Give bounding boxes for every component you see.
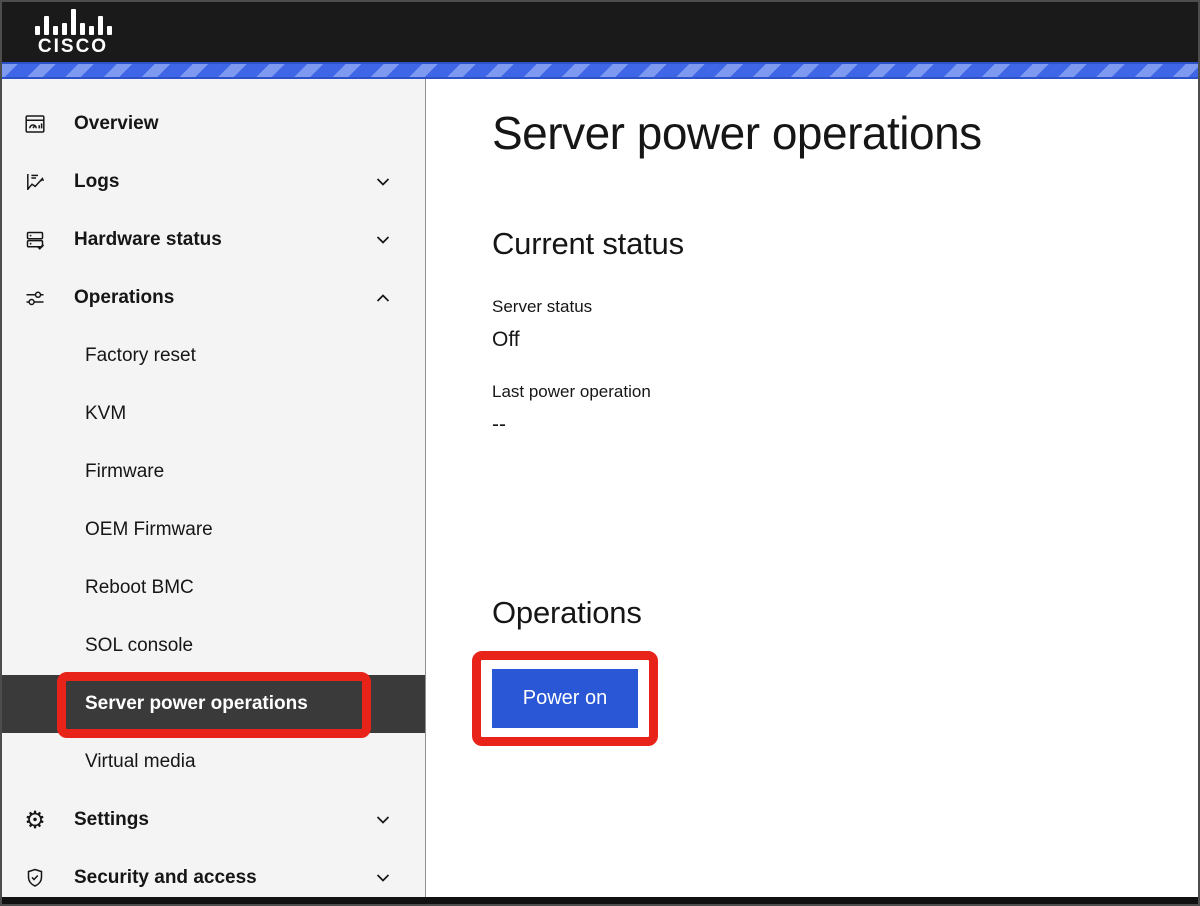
chevron-down-icon[interactable] xyxy=(373,230,393,250)
red-highlight-annotation: Power on xyxy=(472,650,658,746)
chevron-up-icon[interactable] xyxy=(373,288,393,308)
progress-stripe-bar xyxy=(2,62,1198,79)
sidebar-item-label: Virtual media xyxy=(85,751,196,772)
sidebar-item-label: Hardware status xyxy=(74,229,222,250)
overview-icon xyxy=(22,111,48,137)
sidebar-item-logs[interactable]: Logs xyxy=(2,153,425,211)
sidebar-item-label: Reboot BMC xyxy=(85,577,194,598)
last-power-operation-field: Last power operation -- xyxy=(492,381,1158,438)
sidebar-item-operations[interactable]: Operations xyxy=(2,269,425,327)
page-title: Server power operations xyxy=(492,107,982,159)
cisco-logo: CISCO xyxy=(30,8,116,56)
chevron-down-icon[interactable] xyxy=(373,868,393,888)
sidebar-item-label: Logs xyxy=(74,171,120,192)
chevron-down-icon[interactable] xyxy=(373,172,393,192)
bottom-border-strip xyxy=(2,897,1198,904)
server-status-field: Server status Off xyxy=(492,296,1158,353)
sidebar-item-hardware-status[interactable]: Hardware status xyxy=(2,211,425,269)
hardware-status-icon xyxy=(22,227,48,253)
cisco-logo-bars-icon xyxy=(34,8,112,35)
security-shield-icon xyxy=(22,865,48,891)
sidebar-item-label: Firmware xyxy=(85,461,165,482)
app-window: CISCO Overview Logs Hardware status Oper… xyxy=(0,0,1200,906)
sidebar-item-label: Security and access xyxy=(74,867,257,888)
chevron-down-icon[interactable] xyxy=(373,810,393,830)
logs-icon xyxy=(22,169,48,195)
sidebar-item-label: Overview xyxy=(74,113,159,134)
sidebar-item-reboot-bmc[interactable]: Reboot BMC xyxy=(2,559,425,617)
sidebar-item-label: SOL console xyxy=(85,635,194,656)
sidebar-item-overview[interactable]: Overview xyxy=(2,95,425,153)
sidebar-item-firmware[interactable]: Firmware xyxy=(2,443,425,501)
cisco-logo-text: CISCO xyxy=(37,36,109,57)
sidebar-item-label: OEM Firmware xyxy=(85,519,213,540)
sidebar-item-kvm[interactable]: KVM xyxy=(2,385,425,443)
power-on-button[interactable]: Power on xyxy=(492,668,638,728)
sidebar-item-security-and-access[interactable]: Security and access xyxy=(2,849,425,897)
operations-heading: Operations xyxy=(492,594,642,630)
sidebar-nav: Overview Logs Hardware status Operations… xyxy=(2,79,426,897)
sidebar-item-factory-reset[interactable]: Factory reset xyxy=(2,327,425,385)
sidebar-item-label: Operations xyxy=(74,287,175,308)
sidebar-item-label: Settings xyxy=(74,809,149,830)
settings-icon: ⚙ xyxy=(24,806,46,834)
server-status-value: Off xyxy=(492,327,520,351)
operations-icon xyxy=(22,285,48,311)
sidebar-item-label: Factory reset xyxy=(85,345,196,366)
sidebar-item-server-power-operations[interactable]: Server power operations xyxy=(2,672,425,738)
main-content: Server power operations Current status S… xyxy=(426,79,1198,897)
sidebar-item-oem-firmware[interactable]: OEM Firmware xyxy=(2,501,425,559)
server-status-label: Server status xyxy=(492,296,593,316)
last-power-operation-label: Last power operation xyxy=(492,382,651,402)
sidebar-item-label: Server power operations xyxy=(85,693,308,714)
current-status-heading: Current status xyxy=(492,225,684,261)
sidebar-item-label: KVM xyxy=(85,403,127,424)
last-power-operation-value: -- xyxy=(492,413,506,437)
sidebar-item-virtual-media[interactable]: Virtual media xyxy=(2,733,425,791)
sidebar-item-sol-console[interactable]: SOL console xyxy=(2,617,425,675)
app-header: CISCO xyxy=(2,2,1198,62)
sidebar-item-settings[interactable]: ⚙ Settings xyxy=(2,791,425,849)
